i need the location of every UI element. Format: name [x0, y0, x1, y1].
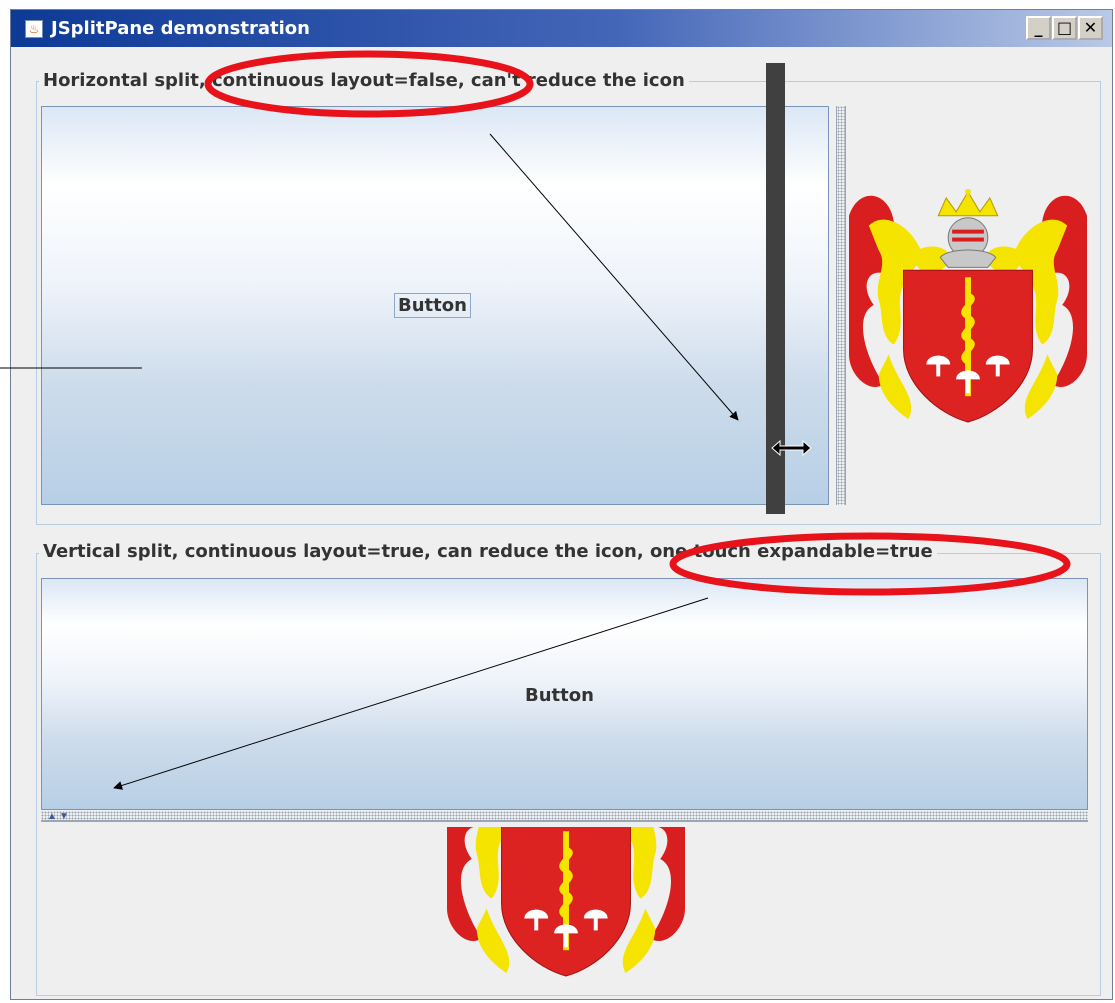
divider-drag-bar[interactable]: [766, 63, 785, 514]
minimize-button[interactable]: _: [1026, 16, 1051, 40]
triangle-down-icon[interactable]: ▼: [59, 812, 69, 822]
vertical-top-button[interactable]: Button: [41, 578, 1088, 810]
horizontal-split-divider[interactable]: [836, 106, 846, 505]
vertical-split-title: Vertical split, continuous layout=true, …: [39, 541, 937, 562]
triangle-up-icon[interactable]: ▲: [47, 812, 57, 822]
button-label: Button: [525, 685, 594, 706]
maximize-button[interactable]: □: [1052, 16, 1077, 40]
window-title: JSplitPane demonstration: [51, 18, 310, 39]
coat-of-arms-image-right: [849, 185, 1087, 427]
title-bar[interactable]: ♨ JSplitPane demonstration _ □ ✕: [11, 10, 1112, 47]
horizontal-left-button[interactable]: Button: [41, 106, 829, 505]
close-button[interactable]: ✕: [1078, 16, 1103, 40]
coat-of-arms-image-bottom: [447, 827, 685, 979]
vertical-split-divider[interactable]: [41, 811, 1088, 822]
java-cup-icon: ♨: [25, 20, 43, 38]
button-label: Button: [394, 293, 471, 318]
app-window: ♨ JSplitPane demonstration _ □ ✕ Horizon…: [10, 9, 1113, 1000]
horizontal-split-title: Horizontal split, continuous layout=fals…: [39, 70, 689, 91]
